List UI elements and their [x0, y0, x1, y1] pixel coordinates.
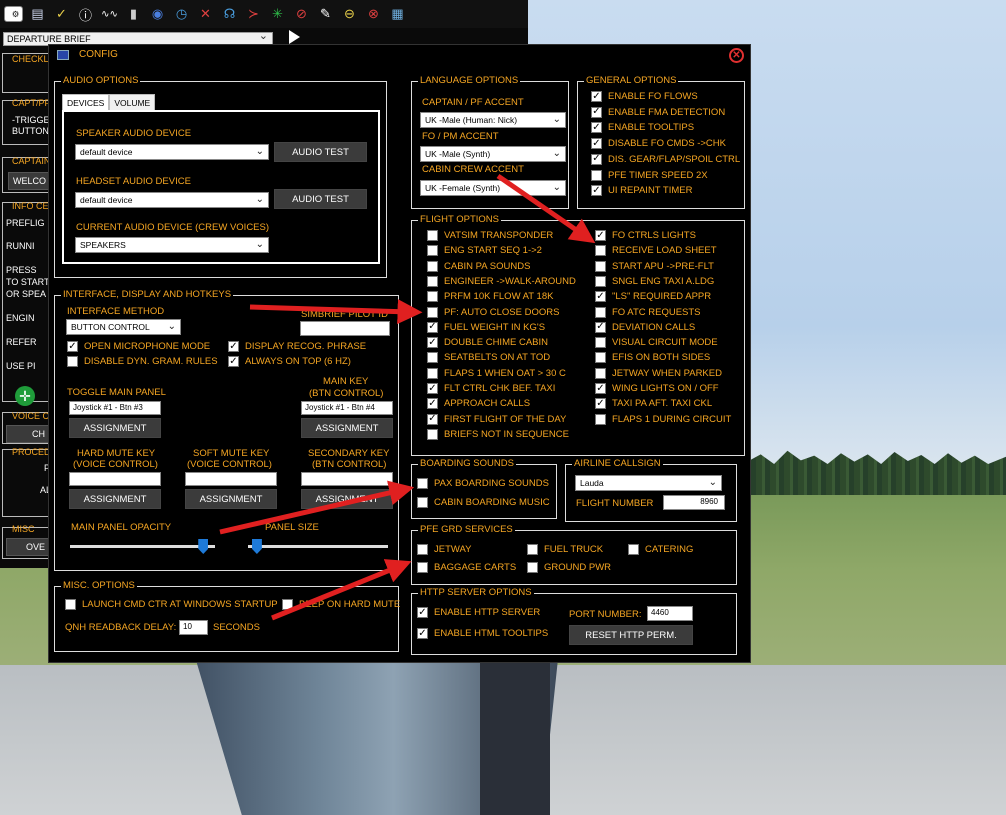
annotation-arrows — [219, 173, 596, 621]
arrow-auto-close-doors — [249, 299, 423, 325]
arrow-baggage-carts — [271, 559, 412, 621]
arrow-pax-boarding — [219, 480, 415, 535]
arrow-receive-load-sheet — [496, 173, 596, 244]
